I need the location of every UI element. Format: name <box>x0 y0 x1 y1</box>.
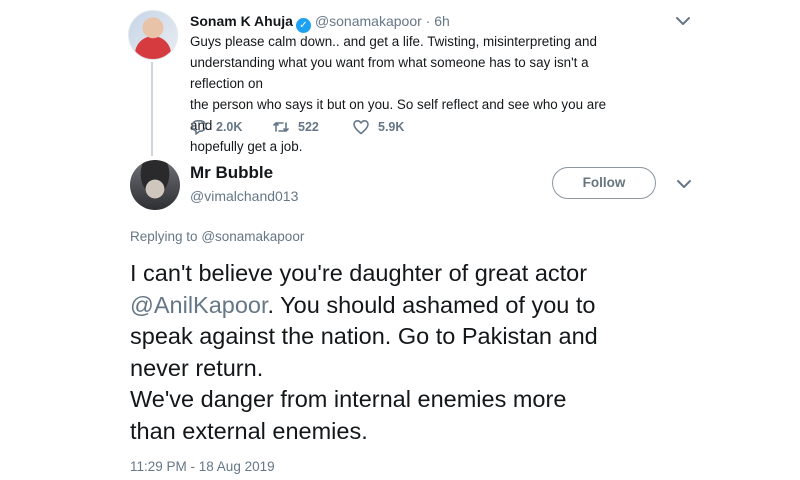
main-text-line: I can't believe you're daughter of great… <box>130 260 588 286</box>
reply-count: 2.0K <box>216 120 243 134</box>
main-text-line: We've danger from internal enemies more <box>130 386 567 412</box>
parent-tweet-time[interactable]: 6h <box>434 13 450 29</box>
retweet-count: 522 <box>298 120 319 134</box>
avatar-mr-bubble[interactable] <box>130 160 180 210</box>
header-separator: · <box>425 13 431 29</box>
main-tweet-text: I can't believe you're daughter of great… <box>130 258 690 447</box>
reply-icon <box>191 119 207 135</box>
main-text-line: than external enemies. <box>130 417 368 444</box>
parent-author-name[interactable]: Sonam K Ahuja <box>190 13 293 29</box>
reply-action[interactable]: 2.0K <box>190 118 242 136</box>
tweet-timestamp[interactable]: 11:29 PM - 18 Aug 2019 <box>130 459 275 474</box>
parent-author-handle[interactable]: @sonamakapoor <box>315 13 422 29</box>
parent-tweet-text: Guys please calm down.. and get a life. … <box>190 31 630 157</box>
avatar-sonam[interactable] <box>128 10 178 60</box>
follow-button[interactable]: Follow <box>552 167 656 199</box>
main-author-handle[interactable]: @vimalchand013 <box>190 188 298 204</box>
main-text-line: @AnilKapoor. You should ashamed of you t… <box>130 290 690 322</box>
parent-text-line: understanding what you want from what so… <box>190 55 589 91</box>
parent-text-line: Guys please calm down.. and get a life. … <box>190 34 597 49</box>
like-count: 5.9K <box>378 120 405 134</box>
like-action[interactable]: 5.9K <box>352 118 404 136</box>
main-text-line: speak against the nation. Go to Pakistan… <box>130 323 598 349</box>
replying-to-mention[interactable]: @sonamakapoor <box>201 229 304 244</box>
parent-menu-chevron-icon[interactable] <box>674 12 692 35</box>
replying-to-line: Replying to @sonamakapoor <box>130 229 304 244</box>
parent-text-line: the person who says it but on you. So se… <box>190 97 607 133</box>
parent-tweet-header: Sonam K Ahuja ✓ @sonamakapoor · 6h <box>190 12 450 33</box>
heart-icon <box>353 120 369 135</box>
replying-prefix: Replying to <box>130 229 198 244</box>
main-author-name[interactable]: Mr Bubble <box>190 163 273 183</box>
main-text-line: never return. <box>130 354 264 381</box>
mention-link[interactable]: @AnilKapoor <box>130 292 268 318</box>
main-text-fragment: . You should ashamed of you to <box>267 291 596 318</box>
retweet-icon <box>273 122 289 132</box>
parent-text-line: hopefully get a job. <box>190 139 303 154</box>
retweet-action[interactable]: 522 <box>272 118 319 136</box>
main-menu-chevron-icon[interactable] <box>675 175 693 198</box>
thread-connector-line <box>151 62 153 156</box>
